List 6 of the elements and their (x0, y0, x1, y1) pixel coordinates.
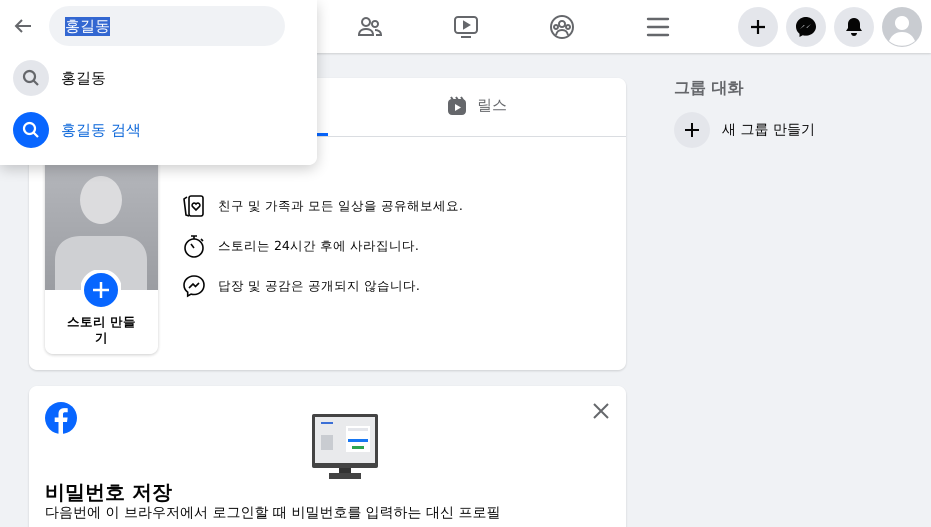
card-title: 비밀번호 저장 (45, 480, 173, 504)
info-text: 친구 및 가족과 모든 일상을 공유해보세요. (218, 198, 463, 214)
section-heading: 그룹 대화 (674, 78, 745, 98)
info-text: 답장 및 공감은 공개되지 않습니다. (218, 278, 420, 294)
card-description: 다음번에 이 브라우저에서 로그인할 때 비밀번호를 입력하는 대신 프로필 (45, 504, 502, 522)
info-text: 스토리는 24시간 후에 사라집니다. (218, 238, 419, 254)
